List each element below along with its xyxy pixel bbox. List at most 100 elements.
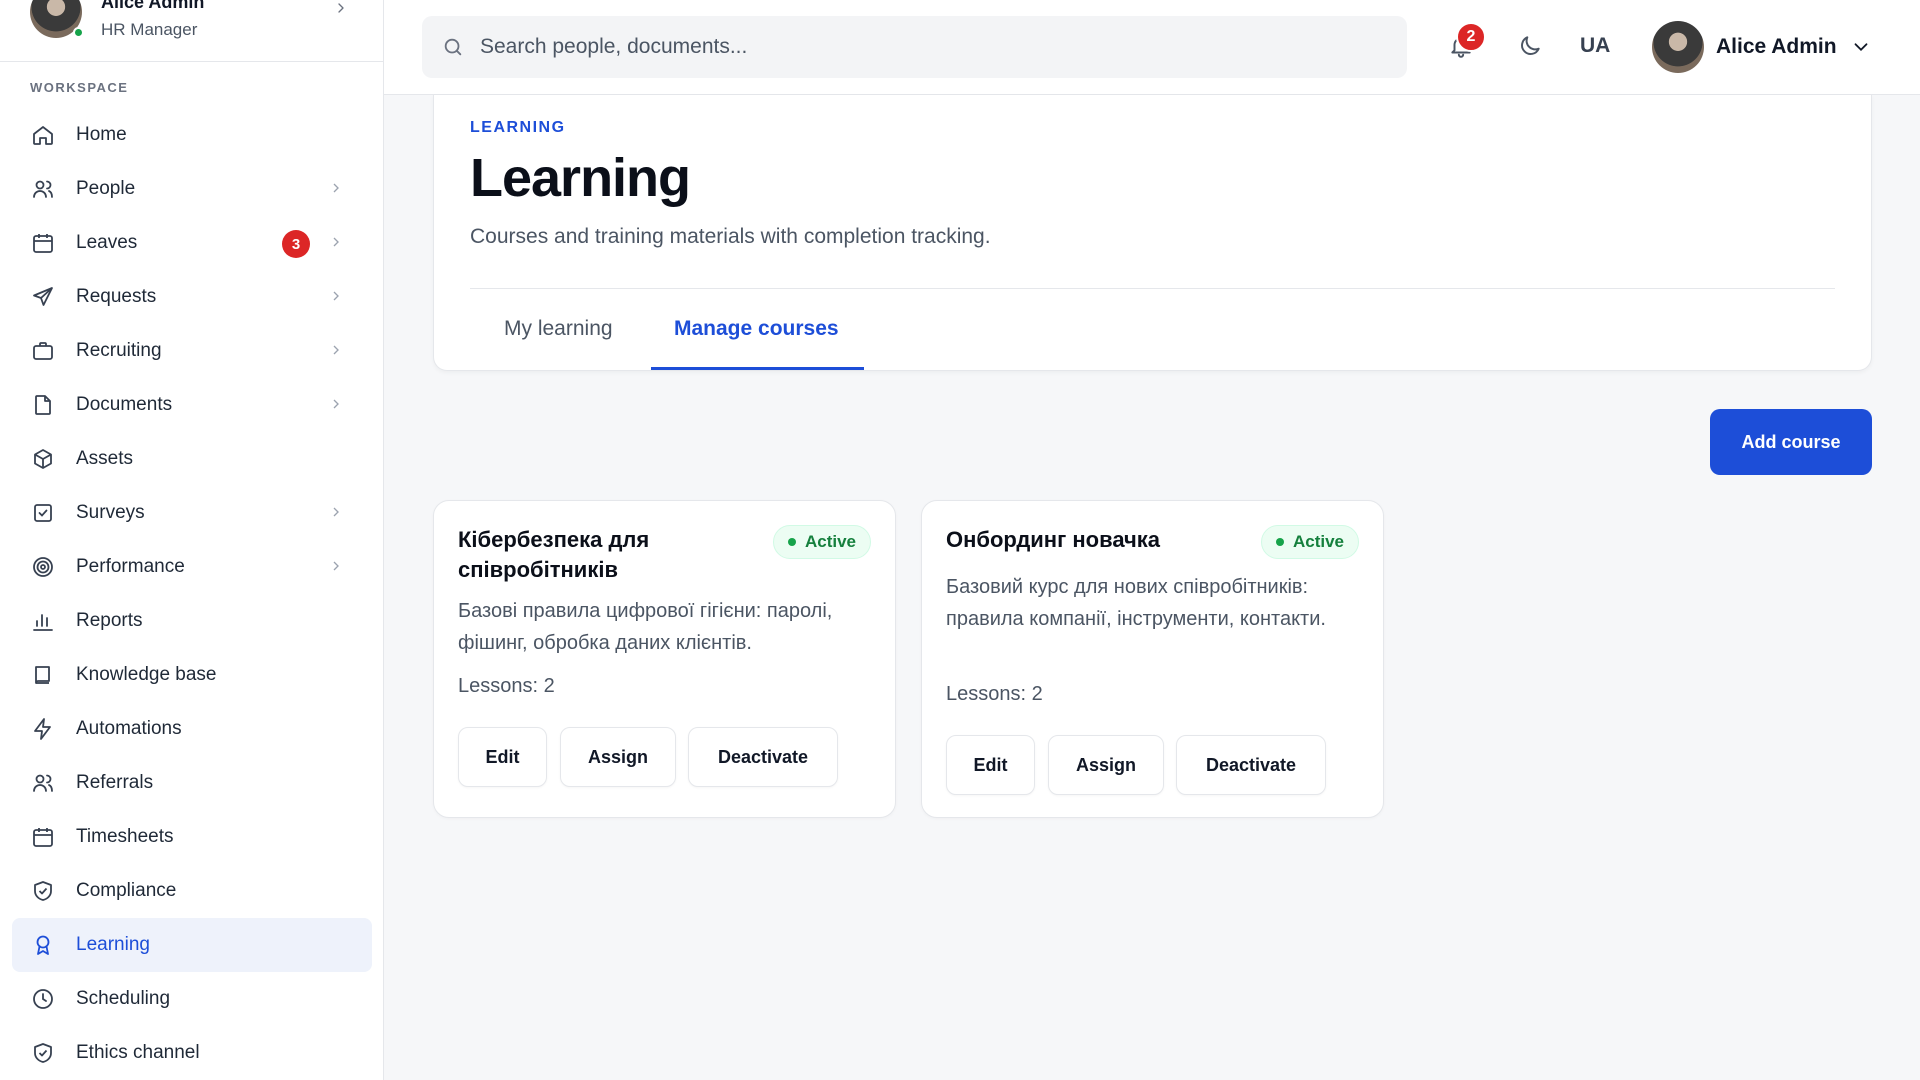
sidebar-item-label: Scheduling <box>76 988 171 1009</box>
status-dot <box>1275 538 1284 546</box>
course-card: Кібербезпека для співробітників Active Б… <box>433 500 896 818</box>
status-label: Active <box>804 532 856 551</box>
document-icon <box>30 392 56 418</box>
calendar-icon <box>30 824 56 850</box>
chevron-right-icon <box>333 291 339 301</box>
sidebar-item-knowledge-base[interactable]: Knowledge base <box>0 648 384 702</box>
sidebar: Alice Admin HR Manager WORKSPACE Home Pe… <box>0 0 384 1080</box>
assign-button[interactable]: Assign <box>1048 735 1164 795</box>
profile-name: Alice Admin <box>101 0 205 12</box>
shield-check-icon <box>30 1040 56 1066</box>
course-description: Базові правила цифрової гігієни: паролі,… <box>458 600 833 654</box>
people-icon <box>30 770 56 796</box>
page-subtitle: Courses and training materials with comp… <box>470 225 991 248</box>
sidebar-item-label: Home <box>76 124 127 145</box>
status-dot <box>787 538 796 546</box>
workspace-label: WORKSPACE <box>30 80 129 95</box>
edit-button[interactable]: Edit <box>946 735 1035 795</box>
chevron-right-icon <box>333 561 339 571</box>
sidebar-item-label: Recruiting <box>76 340 162 361</box>
sidebar-item-label: Surveys <box>76 502 145 523</box>
course-title: Онбординг новачка <box>946 527 1161 552</box>
sidebar-item-label: Assets <box>76 448 134 469</box>
status-badge: Active <box>1260 525 1359 559</box>
status-badge: Active <box>772 525 871 559</box>
course-description: Базовий курс для нових співробітників: п… <box>946 576 1326 630</box>
deactivate-button[interactable]: Deactivate <box>688 727 838 787</box>
sidebar-item-performance[interactable]: Performance <box>0 540 384 594</box>
sidebar-item-timesheets[interactable]: Timesheets <box>0 810 384 864</box>
active-tab-indicator <box>651 367 864 370</box>
clock-icon <box>30 986 56 1012</box>
briefcase-icon <box>30 338 56 364</box>
user-name[interactable]: Alice Admin <box>1716 35 1837 59</box>
chevron-right-icon <box>333 183 339 193</box>
sidebar-item-label: Referrals <box>76 772 154 793</box>
sidebar-item-label: Compliance <box>76 880 177 901</box>
chevron-right-icon <box>338 3 344 13</box>
search-icon <box>444 38 462 56</box>
leaves-count-badge: 3 <box>282 230 310 258</box>
sidebar-item-label: People <box>76 178 136 199</box>
sidebar-item-label: Timesheets <box>76 826 174 847</box>
sidebar-item-requests[interactable]: Requests <box>0 270 384 324</box>
calendar-icon <box>30 230 56 256</box>
profile-switcher[interactable]: Alice Admin HR Manager <box>0 0 383 62</box>
course-title: Кібербезпека для співробітників <box>458 527 650 582</box>
search-input[interactable] <box>480 35 1360 59</box>
profile-role: HR Manager <box>101 20 198 39</box>
sidebar-nav: Home People Leaves 3 Requests Recruiting… <box>0 108 384 1080</box>
target-icon <box>30 554 56 580</box>
course-card: Онбординг новачка Active Базовий курс дл… <box>921 500 1384 818</box>
sidebar-item-automations[interactable]: Automations <box>0 702 384 756</box>
notification-count-badge: 2 <box>1456 22 1486 52</box>
sidebar-item-home[interactable]: Home <box>0 108 384 162</box>
sidebar-item-label: Automations <box>76 718 182 739</box>
sidebar-item-label: Performance <box>76 556 185 577</box>
sidebar-item-label: Requests <box>76 286 157 307</box>
sidebar-item-people[interactable]: People <box>0 162 384 216</box>
sidebar-item-label: Learning <box>76 934 150 955</box>
search-bar[interactable] <box>422 16 1407 78</box>
chevron-right-icon <box>333 237 339 247</box>
tab-my-learning[interactable]: My learning <box>504 317 613 341</box>
sidebar-item-label: Leaves <box>76 232 138 253</box>
book-icon <box>30 662 56 688</box>
shield-check-icon <box>30 878 56 904</box>
moon-icon[interactable] <box>1517 33 1543 59</box>
sidebar-item-assets[interactable]: Assets <box>0 432 384 486</box>
tab-manage-courses[interactable]: Manage courses <box>674 317 839 341</box>
sidebar-item-reports[interactable]: Reports <box>0 594 384 648</box>
sidebar-item-recruiting[interactable]: Recruiting <box>0 324 384 378</box>
sidebar-item-leaves[interactable]: Leaves 3 <box>0 216 384 270</box>
sidebar-item-surveys[interactable]: Surveys <box>0 486 384 540</box>
page-header-card: LEARNING Learning Courses and training m… <box>433 95 1872 371</box>
sidebar-item-label: Knowledge base <box>76 664 217 685</box>
home-icon <box>30 122 56 148</box>
online-status-dot <box>73 27 84 38</box>
add-course-button[interactable]: Add course <box>1710 409 1872 475</box>
sidebar-item-ethics-channel[interactable]: Ethics channel <box>0 1026 384 1080</box>
send-icon <box>30 284 56 310</box>
award-icon <box>30 932 56 958</box>
course-lessons: Lessons: 2 <box>458 675 555 697</box>
page-eyebrow: LEARNING <box>470 119 566 136</box>
box-icon <box>30 446 56 472</box>
sidebar-item-label: Ethics channel <box>76 1042 200 1063</box>
sidebar-item-scheduling[interactable]: Scheduling <box>0 972 384 1026</box>
sidebar-item-referrals[interactable]: Referrals <box>0 756 384 810</box>
top-header: 2 UA Alice Admin <box>384 0 1920 95</box>
sidebar-item-documents[interactable]: Documents <box>0 378 384 432</box>
assign-button[interactable]: Assign <box>560 727 676 787</box>
chevron-down-icon[interactable] <box>1850 36 1872 58</box>
chevron-right-icon <box>333 507 339 517</box>
avatar[interactable] <box>1652 21 1704 73</box>
edit-button[interactable]: Edit <box>458 727 547 787</box>
sidebar-item-learning[interactable]: Learning <box>12 918 372 972</box>
sidebar-item-label: Reports <box>76 610 143 631</box>
deactivate-button[interactable]: Deactivate <box>1176 735 1326 795</box>
language-switcher[interactable]: UA <box>1580 34 1610 58</box>
course-lessons: Lessons: 2 <box>946 683 1043 705</box>
chevron-right-icon <box>333 399 339 409</box>
sidebar-item-compliance[interactable]: Compliance <box>0 864 384 918</box>
